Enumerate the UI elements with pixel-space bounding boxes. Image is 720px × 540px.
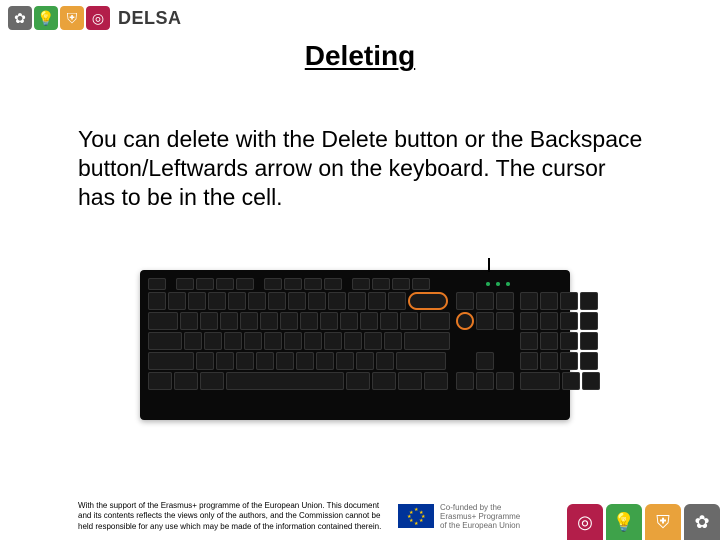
led-icon <box>506 282 510 286</box>
shield-icon: ⛨ <box>645 504 681 540</box>
delete-key <box>456 312 474 330</box>
footer-disclaimer: With the support of the Erasmus+ program… <box>78 501 388 532</box>
brand-name: DELSA <box>118 8 182 29</box>
cofund-text: Co-funded by the Erasmus+ Programme of t… <box>440 503 520 531</box>
cofund-line-3: of the European Union <box>440 521 520 530</box>
bulb-icon: 💡 <box>34 6 58 30</box>
ring-icon: ◎ <box>86 6 110 30</box>
backspace-key <box>408 292 448 310</box>
led-icon <box>486 282 490 286</box>
cofund-line-1: Co-funded by the <box>440 503 520 512</box>
keyboard-illustration <box>140 270 570 420</box>
cofund-line-2: Erasmus+ Programme <box>440 512 520 521</box>
ring-icon: ◎ <box>567 504 603 540</box>
gear-icon: ✿ <box>8 6 32 30</box>
gear-icon: ✿ <box>684 504 720 540</box>
eu-flag-icon: ★ ★ ★ ★ ★ ★ ★ ★ <box>398 504 434 528</box>
bulb-icon: 💡 <box>606 504 642 540</box>
keyboard-nav-cluster <box>456 278 514 412</box>
shield-icon: ⛨ <box>60 6 84 30</box>
keyboard-alpha-block <box>148 278 450 412</box>
led-icon <box>496 282 500 286</box>
brand-logo: ✿ 💡 ⛨ ◎ DELSA <box>8 6 182 30</box>
keyboard-numpad <box>520 278 600 412</box>
corner-decoration: ◎ 💡 ⛨ ✿ <box>567 504 720 540</box>
body-paragraph: You can delete with the Delete button or… <box>78 125 648 211</box>
page-title: Deleting <box>0 40 720 72</box>
